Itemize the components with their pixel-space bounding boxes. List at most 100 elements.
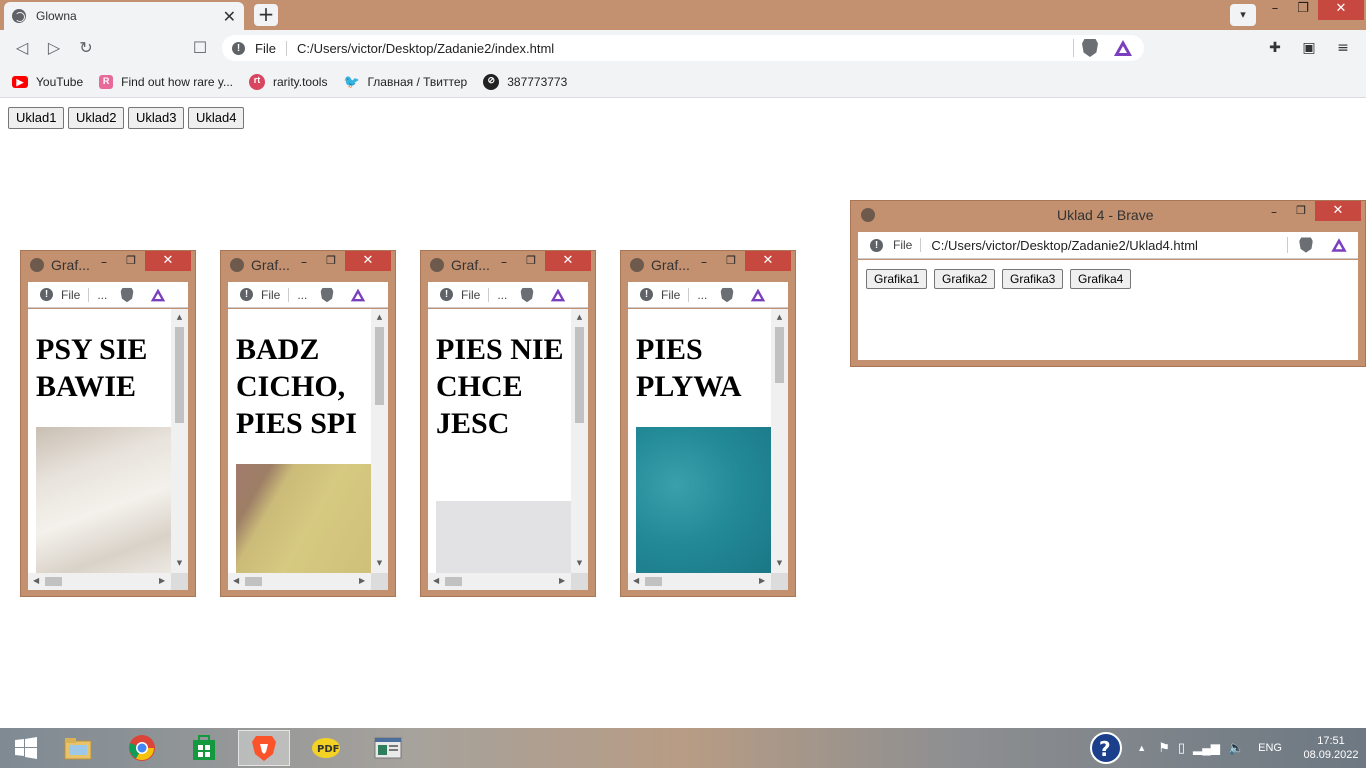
scroll-up-icon[interactable]: ▲ <box>171 313 188 321</box>
popup-address-bar[interactable]: ! File ... <box>228 282 388 308</box>
window-maximize-button[interactable]: ❐ <box>1290 0 1316 20</box>
close-button[interactable]: ✕ <box>545 251 591 271</box>
popup-titlebar[interactable]: Graf... – ❐ ✕ <box>221 251 395 277</box>
horizontal-scrollbar[interactable]: ◀ ▶ <box>628 573 771 590</box>
scroll-down-icon[interactable]: ▼ <box>571 559 588 567</box>
info-icon[interactable]: ! <box>240 288 253 301</box>
close-button[interactable]: ✕ <box>345 251 391 271</box>
scroll-up-icon[interactable]: ▲ <box>571 313 588 321</box>
battery-icon[interactable]: ▯ <box>1178 740 1185 756</box>
uklad1-button[interactable]: Uklad1 <box>8 107 65 129</box>
scroll-right-icon[interactable]: ▶ <box>759 576 765 585</box>
brave-rewards-icon[interactable] <box>551 288 566 301</box>
scroll-left-icon[interactable]: ◀ <box>433 576 439 585</box>
brave-rewards-icon[interactable] <box>351 288 366 301</box>
clock[interactable]: 17:51 08.09.2022 <box>1296 734 1366 762</box>
tab-search-chevron-icon[interactable]: ▾ <box>1230 4 1256 26</box>
popup-titlebar[interactable]: Graf... – ❐ ✕ <box>621 251 795 277</box>
start-button[interactable] <box>0 730 52 766</box>
window-address-bar[interactable]: ! File C:/Users/victor/Desktop/Zadanie2/… <box>858 232 1358 259</box>
scroll-down-icon[interactable]: ▼ <box>371 559 388 567</box>
brave-rewards-icon[interactable] <box>1114 40 1132 56</box>
minimize-icon[interactable]: – <box>497 255 511 269</box>
close-button[interactable]: ✕ <box>745 251 791 271</box>
bookmark-rarity-tools[interactable]: rt rarity.tools <box>248 73 327 90</box>
network-signal-icon[interactable]: ▂▄▆ <box>1193 741 1220 755</box>
scrollbar-thumb[interactable] <box>645 577 662 586</box>
info-icon[interactable]: ! <box>870 238 883 252</box>
close-button[interactable]: ✕ <box>145 251 191 271</box>
scrollbar-thumb[interactable] <box>445 577 462 586</box>
extensions-puzzle-icon[interactable]: ✚ <box>1266 39 1284 57</box>
file-explorer-button[interactable] <box>52 730 104 766</box>
bookmark-twitter[interactable]: 🐦 Главная / Твиттер <box>343 75 467 89</box>
bookmark-nft[interactable]: ⊘ 387773773 <box>483 73 567 90</box>
show-hidden-icons-chevron-icon[interactable]: ▲ <box>1137 743 1146 753</box>
scroll-down-icon[interactable]: ▼ <box>771 559 788 567</box>
bookmark-rarity[interactable]: R Find out how rare y... <box>99 74 233 89</box>
info-icon[interactable]: ! <box>40 288 53 301</box>
brave-shields-icon[interactable] <box>520 287 534 302</box>
maximize-icon[interactable]: ❐ <box>124 254 138 267</box>
scrollbar-thumb[interactable] <box>775 327 784 383</box>
brave-rewards-icon[interactable] <box>151 288 166 301</box>
store-button[interactable] <box>178 730 230 766</box>
reload-icon[interactable]: ↻ <box>76 38 96 58</box>
scrollbar-thumb[interactable] <box>245 577 262 586</box>
language-indicator[interactable]: ENG <box>1258 742 1282 754</box>
address-url[interactable]: C:/Users/victor/Desktop/Zadanie2/Uklad4.… <box>931 238 1287 253</box>
chrome-button[interactable] <box>116 730 168 766</box>
minimize-icon[interactable]: – <box>697 255 711 269</box>
popup-titlebar[interactable]: Graf... – ❐ ✕ <box>21 251 195 277</box>
maximize-icon[interactable]: ❐ <box>724 254 738 267</box>
maximize-icon[interactable]: ❐ <box>524 254 538 267</box>
volume-icon[interactable]: 🔈 <box>1228 740 1244 756</box>
scroll-left-icon[interactable]: ◀ <box>233 576 239 585</box>
grafika4-button[interactable]: Grafika4 <box>1070 269 1132 289</box>
brave-shields-icon[interactable] <box>1299 237 1313 253</box>
app-window-button[interactable] <box>362 730 414 766</box>
popup-address-bar[interactable]: ! File ... <box>628 282 788 308</box>
back-arrow-icon[interactable]: ◁ <box>12 38 32 58</box>
info-icon[interactable]: ! <box>440 288 453 301</box>
bookmark-youtube[interactable]: ▶ YouTube <box>12 75 83 89</box>
info-icon[interactable]: ! <box>640 288 653 301</box>
help-icon[interactable]: ? <box>1089 731 1123 765</box>
brave-shields-icon[interactable] <box>1082 39 1098 57</box>
brave-rewards-icon[interactable] <box>1331 238 1347 252</box>
brave-shields-icon[interactable] <box>320 287 334 302</box>
address-bar[interactable]: ! File C:/Users/victor/Desktop/Zadanie2/… <box>222 35 1144 61</box>
browser-tab[interactable]: Glowna ✕ <box>4 2 244 30</box>
grafika3-button[interactable]: Grafika3 <box>1002 269 1064 289</box>
scroll-right-icon[interactable]: ▶ <box>159 576 165 585</box>
vertical-scrollbar[interactable]: ▲ ▼ <box>571 309 588 573</box>
action-center-flag-icon[interactable]: ⚑ <box>1158 740 1170 756</box>
new-tab-button[interactable]: + <box>254 4 278 26</box>
window-titlebar[interactable]: Uklad 4 - Brave – ❐ ✕ <box>851 201 1365 227</box>
tab-close-button[interactable]: ✕ <box>223 7 236 26</box>
maximize-icon[interactable]: ❐ <box>324 254 338 267</box>
brave-shields-icon[interactable] <box>720 287 734 302</box>
popup-titlebar[interactable]: Graf... – ❐ ✕ <box>421 251 595 277</box>
scroll-up-icon[interactable]: ▲ <box>771 313 788 321</box>
scroll-down-icon[interactable]: ▼ <box>171 559 188 567</box>
uklad4-button[interactable]: Uklad4 <box>188 107 245 129</box>
minimize-icon[interactable]: – <box>297 255 311 269</box>
popup-address-bar[interactable]: ! File ... <box>28 282 188 308</box>
scrollbar-thumb[interactable] <box>45 577 62 586</box>
scroll-left-icon[interactable]: ◀ <box>633 576 639 585</box>
wallet-icon[interactable]: ▣ <box>1300 39 1318 57</box>
minimize-icon[interactable]: – <box>1267 205 1281 219</box>
maximize-icon[interactable]: ❐ <box>1294 204 1308 217</box>
uklad3-button[interactable]: Uklad3 <box>128 107 185 129</box>
horizontal-scrollbar[interactable]: ◀ ▶ <box>428 573 571 590</box>
scroll-up-icon[interactable]: ▲ <box>371 313 388 321</box>
scrollbar-thumb[interactable] <box>575 327 584 423</box>
pdf-reader-button[interactable]: PDF <box>300 730 352 766</box>
info-icon[interactable]: ! <box>232 41 245 55</box>
menu-icon[interactable]: ≡ <box>1334 39 1352 57</box>
horizontal-scrollbar[interactable]: ◀ ▶ <box>228 573 371 590</box>
address-url[interactable]: C:/Users/victor/Desktop/Zadanie2/index.h… <box>297 41 1065 56</box>
vertical-scrollbar[interactable]: ▲ ▼ <box>171 309 188 573</box>
brave-shields-icon[interactable] <box>120 287 134 302</box>
